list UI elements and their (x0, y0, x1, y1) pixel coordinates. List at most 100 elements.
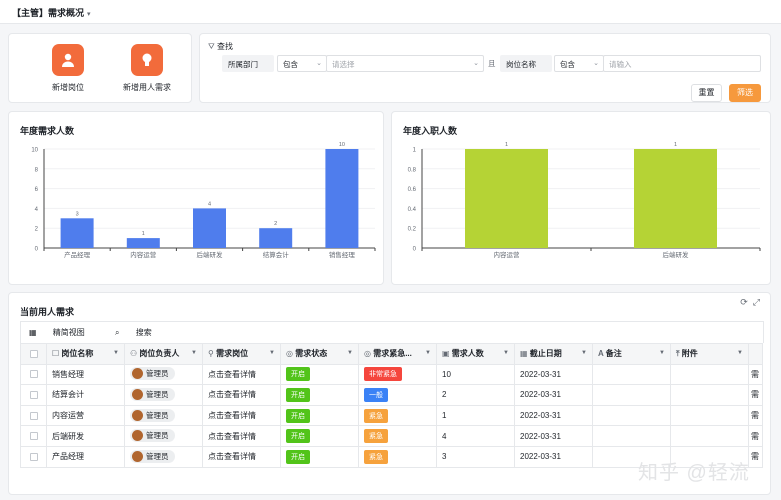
column-header[interactable]: A 备注 ▼ (592, 343, 671, 365)
y-tick-label: 6 (35, 187, 39, 193)
search-button[interactable]: ⌕ 搜索 (115, 328, 166, 337)
sort-icon[interactable]: ▼ (191, 350, 197, 356)
chevron-down-icon: ⌄ (593, 60, 599, 67)
table-row[interactable]: 后端研发 管理员 点击查看详情 开启 紧急 4 2022-03-31 需 (20, 425, 763, 447)
fullscreen-icon[interactable]: ⤢ (753, 297, 760, 307)
row-checkbox[interactable] (20, 445, 47, 468)
detail-link[interactable]: 点击查看详情 (202, 384, 281, 406)
status-badge: 开启 (286, 449, 310, 464)
refresh-icon[interactable]: ⟳ (740, 297, 748, 307)
row-checkbox[interactable] (20, 363, 47, 386)
column-header[interactable]: ▣ 需求人数 ▼ (436, 343, 515, 365)
column-label: 截止日期 (529, 349, 562, 359)
y-tick-label: 1 (413, 148, 417, 154)
position-name-input[interactable]: 请输入 (603, 55, 761, 72)
data-label: 10 (339, 142, 345, 148)
operator-select-2[interactable]: 包含 ⌄ (554, 55, 604, 72)
status-badge: 开启 (286, 408, 310, 423)
detail-link[interactable]: 点击查看详情 (202, 445, 281, 468)
column-header[interactable]: ◎ 需求紧急... ▼ (358, 343, 437, 365)
table-row[interactable]: 内容运营 管理员 点击查看详情 开启 紧急 1 2022-03-31 需 (20, 404, 763, 427)
date-cell: 2022-03-31 (514, 363, 593, 386)
avatar (132, 409, 143, 421)
urgency-badge: 紧急 (364, 429, 388, 444)
person-icon (52, 44, 84, 76)
bar-chart-hires: 0 0.2 0.4 0.6 0.8 1 1 内容运营 1 后端研发 (408, 142, 761, 259)
add-position-label: 新增岗位 (52, 83, 84, 92)
column-header[interactable]: ⚇ 岗位负责人 ▼ (124, 343, 203, 365)
detail-link[interactable]: 点击查看详情 (202, 404, 281, 427)
bar (465, 149, 548, 248)
note-cell (592, 404, 671, 427)
urgency-cell: 紧急 (358, 425, 437, 447)
reset-button[interactable]: 重置 (691, 84, 722, 102)
filter-button[interactable]: 筛选 (729, 84, 761, 102)
avatar-chip[interactable]: 管理员 (130, 387, 175, 401)
status-badge: 开启 (286, 367, 310, 382)
data-label: 1 (674, 142, 677, 148)
owner-name: 管理员 (146, 431, 169, 441)
add-demand-button[interactable]: 新增用人需求 (112, 44, 182, 93)
avatar (132, 430, 143, 442)
sort-icon[interactable]: ▼ (425, 350, 431, 356)
status-cell: 开启 (280, 425, 359, 447)
overflow-cell: 需 (748, 445, 763, 468)
avatar-chip[interactable]: 管理员 (130, 449, 175, 463)
sort-icon[interactable]: ▼ (347, 350, 353, 356)
table-title: 当前用人需求 (20, 307, 75, 317)
sort-icon[interactable]: ▼ (269, 350, 275, 356)
chevron-down-icon: ⌄ (473, 60, 479, 67)
y-tick-label: 2 (35, 227, 39, 233)
filter-title: ⛛ 查找 (208, 42, 233, 51)
x-tick-label: 后端研发 (197, 250, 224, 259)
row-checkbox[interactable] (20, 404, 47, 427)
overflow-cell: 需 (748, 384, 763, 406)
count-cell: 3 (436, 445, 515, 468)
avatar-chip[interactable]: 管理员 (130, 408, 175, 422)
and-conjunction: 且 (488, 59, 496, 68)
department-select[interactable]: 请选择 ⌄ (326, 55, 484, 72)
sort-icon[interactable]: ▼ (113, 350, 119, 356)
column-header[interactable]: ◎ 需求状态 ▼ (280, 343, 359, 365)
page-title[interactable]: 【主管】需求概况 ▾ (0, 0, 781, 24)
urgency-cell: 紧急 (358, 404, 437, 427)
status-icon: ◎ (364, 349, 374, 359)
sort-icon[interactable]: ▼ (581, 350, 587, 356)
position-name-cell: 后端研发 (46, 425, 125, 447)
date-cell: 2022-03-31 (514, 425, 593, 447)
avatar-chip[interactable]: 管理员 (130, 429, 175, 443)
column-header[interactable]: ⚲ 需求岗位 ▼ (202, 343, 281, 365)
overflow-cell: 需 (748, 425, 763, 447)
y-tick-label: 8 (35, 167, 39, 173)
sort-icon[interactable]: ▼ (737, 350, 743, 356)
row-checkbox[interactable] (20, 425, 47, 447)
column-label: 需求人数 (451, 349, 484, 359)
overflow-column (748, 343, 763, 365)
table-row[interactable]: 结算会计 管理员 点击查看详情 开启 一般 2 2022-03-31 需 (20, 384, 763, 406)
y-tick-label: 0.6 (408, 187, 417, 193)
column-header[interactable]: ⤒ 附件 ▼ (670, 343, 749, 365)
quick-actions-panel: 新增岗位 新增用人需求 (8, 33, 192, 103)
sort-icon[interactable]: ▼ (659, 350, 665, 356)
column-header[interactable]: ▦ 截止日期 ▼ (514, 343, 593, 365)
sort-icon[interactable]: ▼ (503, 350, 509, 356)
y-tick-label: 4 (35, 207, 39, 213)
column-header[interactable]: ☐ 岗位名称 ▼ (46, 343, 125, 365)
x-tick-label: 产品经理 (64, 250, 91, 259)
add-position-button[interactable]: 新增岗位 (38, 44, 98, 93)
y-tick-label: 0.2 (408, 227, 417, 233)
row-checkbox[interactable] (20, 384, 47, 406)
field-position-name: 岗位名称 (500, 55, 552, 72)
status-badge: 开启 (286, 429, 310, 444)
select-all-checkbox[interactable] (20, 343, 47, 365)
compact-view-button[interactable]: ▦ 精简视图 (29, 328, 99, 337)
operator-select-1[interactable]: 包含 ⌄ (277, 55, 327, 72)
position-name-cell: 内容运营 (46, 404, 125, 427)
table-row[interactable]: 销售经理 管理员 点击查看详情 开启 非常紧急 10 2022-03-31 需 (20, 363, 763, 386)
chevron-down-icon[interactable]: ▾ (87, 10, 91, 18)
search-icon: ⌕ (115, 328, 120, 337)
count-cell: 1 (436, 404, 515, 427)
avatar-chip[interactable]: 管理员 (130, 367, 175, 381)
detail-link[interactable]: 点击查看详情 (202, 425, 281, 447)
detail-link[interactable]: 点击查看详情 (202, 363, 281, 386)
